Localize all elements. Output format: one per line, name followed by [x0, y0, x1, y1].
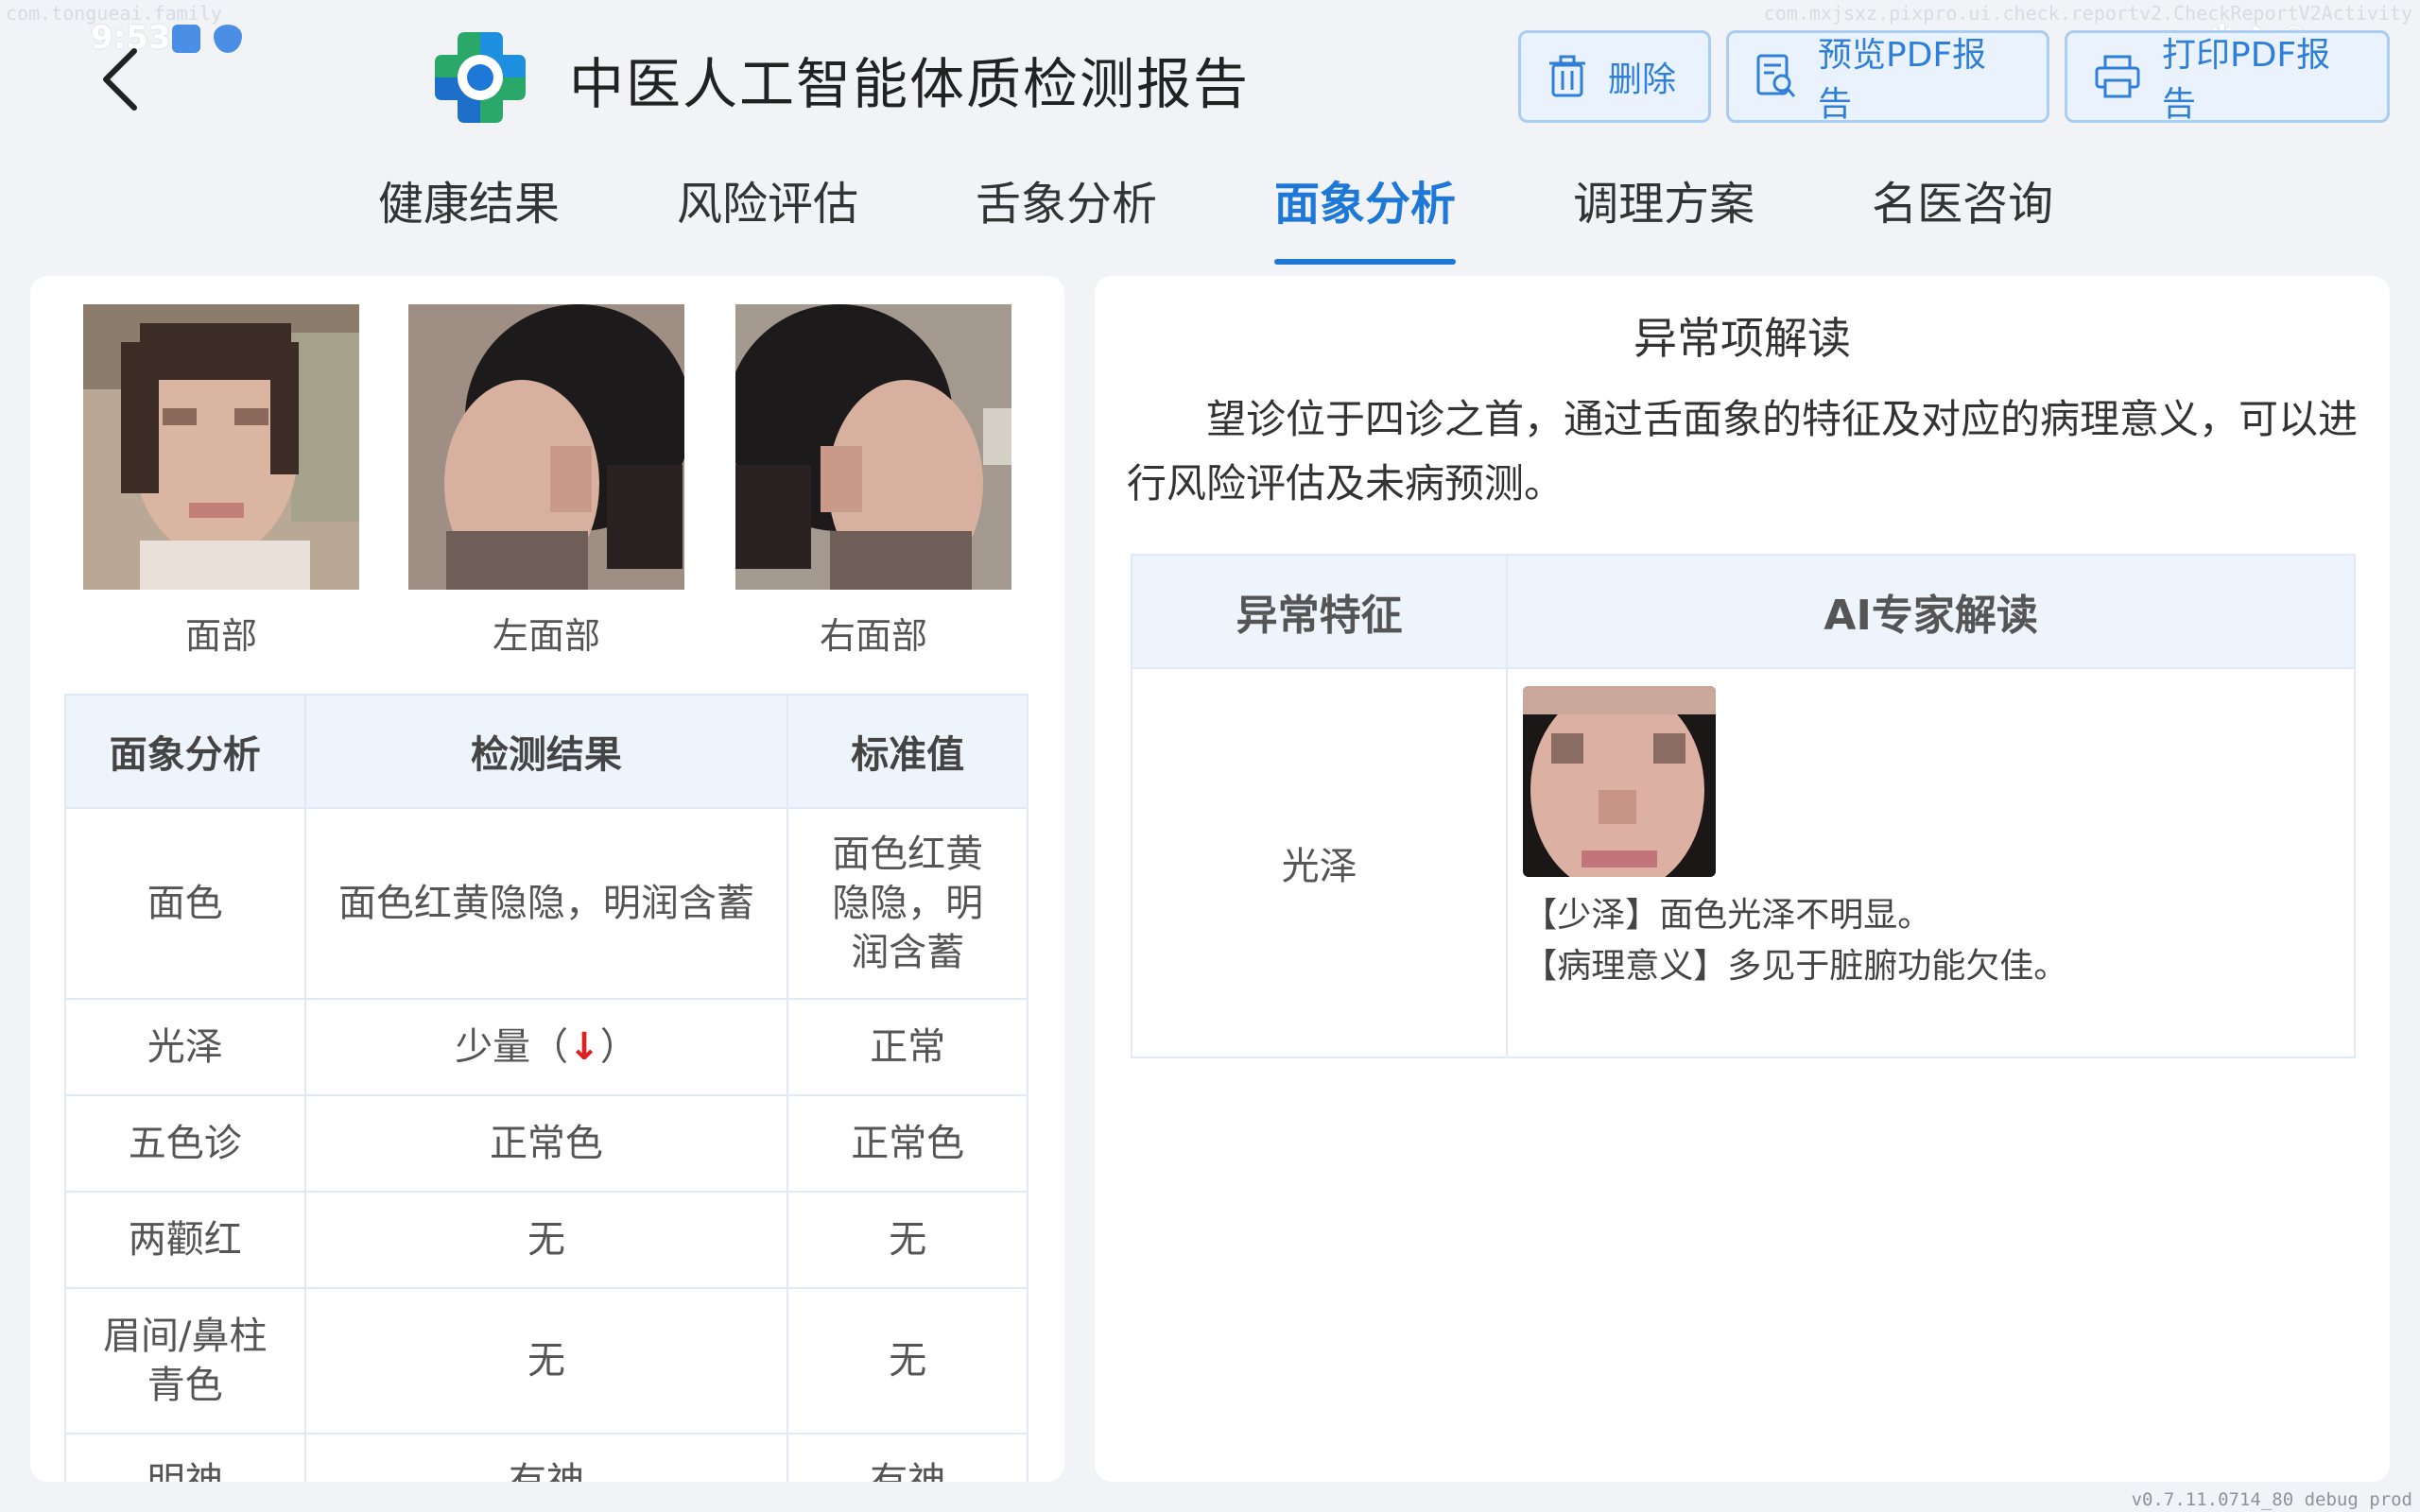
table-row: 光泽 【少泽】面色光泽不明显。 【病理意义】多见于脏腑功能欠佳。 — [1130, 667, 2356, 1058]
debug-version-label: v0.7.11.0714_80 debug prod — [2131, 1489, 2412, 1510]
interpretation-line: 【少泽】面色光泽不明显。 — [1523, 896, 1932, 935]
row-standard: 正常 — [786, 998, 1028, 1096]
row-result-text: 少量（ — [455, 1025, 569, 1069]
column-header: AI专家解读 — [1506, 554, 2356, 669]
row-standard: 正常色 — [786, 1094, 1028, 1193]
face-analysis-panel: 面部 左面部 右面部 面象分析 检测结果 标准值 面色 面色红黄隐隐，明润含蓄 … — [30, 276, 1064, 1482]
row-result: 少量（↓） — [303, 998, 789, 1096]
tab-expert-consult[interactable]: 名医咨询 — [1872, 166, 2053, 251]
interpretation-line: 【病理意义】多见于脏腑功能欠佳。 — [1523, 947, 2068, 986]
interpretation-intro: 望诊位于四诊之首，通过舌面象的特征及对应的病理意义，可以进行风险评估及未病预测。 — [1127, 396, 2359, 507]
trash-icon — [1549, 55, 1585, 97]
row-standard: 无 — [786, 1287, 1028, 1435]
row-result: 有神 — [303, 1433, 789, 1482]
row-result: 面色红黄隐隐，明润含蓄 — [303, 807, 789, 1000]
row-standard: 面色红黄隐隐，明润含蓄 — [786, 807, 1028, 1000]
delete-button[interactable]: 删除 — [1518, 30, 1711, 123]
row-result: 无 — [303, 1287, 789, 1435]
back-arrow-icon — [103, 48, 137, 111]
tab-risk-assessment[interactable]: 风险评估 — [677, 166, 858, 251]
printer-icon — [2095, 55, 2140, 98]
app-logo — [431, 28, 529, 127]
column-header: 面象分析 — [64, 694, 306, 809]
tab-conditioning-plan[interactable]: 调理方案 — [1573, 166, 1754, 251]
table-row: 光泽 少量（↓） 正常 — [64, 998, 1028, 1096]
table-header-row: 面象分析 检测结果 标准值 — [64, 694, 1028, 809]
row-name: 两颧红 — [64, 1191, 306, 1289]
row-name: 面色 — [64, 807, 306, 1000]
report-tabs: 健康结果 风险评估 舌象分析 面象分析 调理方案 名医咨询 — [378, 166, 2170, 265]
document-search-icon — [1756, 54, 1796, 97]
row-name: 五色诊 — [64, 1094, 306, 1193]
tab-tongue-analysis[interactable]: 舌象分析 — [976, 166, 1157, 251]
table-row: 两颧红 无 无 — [64, 1191, 1028, 1289]
delete-button-label: 删除 — [1608, 60, 1677, 99]
print-pdf-label: 打印PDF报告 — [2162, 36, 2331, 124]
tab-health-result[interactable]: 健康结果 — [378, 166, 560, 251]
row-result-suffix: ） — [599, 1025, 638, 1069]
table-row: 面色 面色红黄隐隐，明润含蓄 面色红黄隐隐，明润含蓄 — [64, 807, 1028, 1000]
left-face-photo[interactable] — [408, 304, 684, 590]
left-face-label: 左面部 — [492, 615, 600, 657]
right-face-photo[interactable] — [735, 304, 1011, 590]
face-analysis-table: 面象分析 检测结果 标准值 面色 面色红黄隐隐，明润含蓄 面色红黄隐隐，明润含蓄… — [64, 694, 1028, 1482]
upload-status-icon — [172, 25, 200, 53]
glossiness-face-photo[interactable] — [1523, 686, 1717, 877]
ai-detail-cell: 【少泽】面色光泽不明显。 【病理意义】多见于脏腑功能欠佳。 — [1506, 667, 2356, 1058]
preview-pdf-button[interactable]: 预览PDF报告 — [1726, 30, 2049, 124]
row-standard: 无 — [786, 1191, 1028, 1289]
page-title: 中医人工智能体质检测报告 — [569, 52, 1251, 116]
tab-face-analysis[interactable]: 面象分析 — [1274, 166, 1457, 265]
row-name: 明神 — [64, 1433, 306, 1482]
abnormal-feature: 光泽 — [1130, 667, 1509, 1058]
column-header: 异常特征 — [1130, 554, 1509, 669]
shield-status-icon — [214, 25, 242, 53]
row-result: 正常色 — [303, 1094, 789, 1193]
interpretation-title: 异常项解读 — [1634, 313, 1851, 364]
table-row: 明神 有神 有神 — [64, 1433, 1028, 1482]
row-name: 光泽 — [64, 998, 306, 1096]
table-header-row: 异常特征 AI专家解读 — [1130, 554, 2356, 669]
column-header: 标准值 — [786, 694, 1028, 809]
row-standard: 有神 — [786, 1433, 1028, 1482]
print-pdf-button[interactable]: 打印PDF报告 — [2065, 30, 2390, 124]
row-result: 无 — [303, 1191, 789, 1289]
row-name: 眉间/鼻柱青色 — [64, 1287, 306, 1435]
abnormal-interpretation-panel: 异常项解读 望诊位于四诊之首，通过舌面象的特征及对应的病理意义，可以进行风险评估… — [1095, 276, 2390, 1482]
column-header: 检测结果 — [303, 694, 789, 809]
front-face-label: 面部 — [184, 615, 257, 657]
table-row: 五色诊 正常色 正常色 — [64, 1094, 1028, 1193]
right-face-label: 右面部 — [819, 615, 927, 657]
ai-interpretation-table: 异常特征 AI专家解读 光泽 【少泽】面色光泽不明显。 【病理意义】多见于脏腑功… — [1130, 554, 2356, 1058]
front-face-photo[interactable] — [83, 304, 359, 590]
table-row: 眉间/鼻柱青色 无 无 — [64, 1287, 1028, 1435]
preview-pdf-label: 预览PDF报告 — [1818, 36, 1987, 124]
down-arrow-icon: ↓ — [568, 1025, 600, 1069]
back-button[interactable] — [95, 43, 151, 115]
